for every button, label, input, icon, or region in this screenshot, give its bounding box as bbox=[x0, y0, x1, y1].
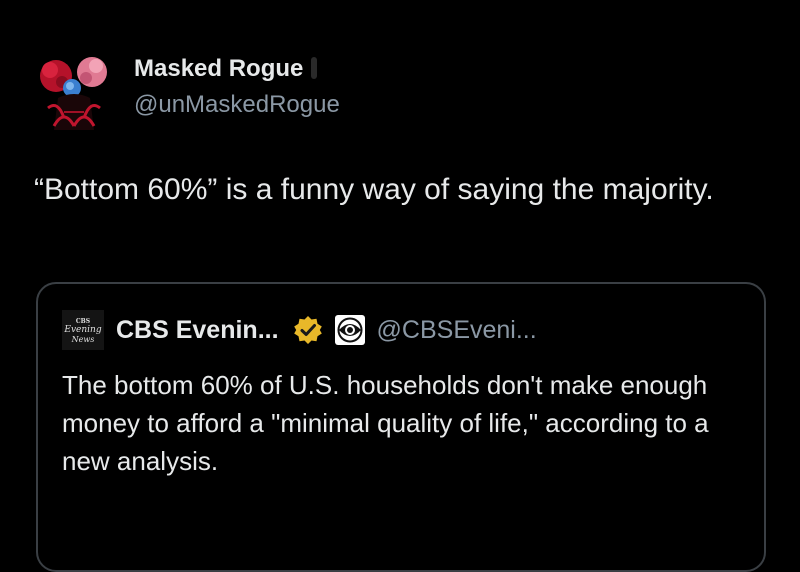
quoted-tweet-header: CBS Evening News CBS Evenin... @CBSEveni… bbox=[62, 310, 537, 350]
logo-line-3: News bbox=[71, 334, 95, 344]
quoted-tweet-text: The bottom 60% of U.S. households don't … bbox=[62, 370, 709, 476]
tweet-author: Masked Rogue @unMaskedRogue bbox=[134, 54, 340, 120]
cbs-eye-icon bbox=[334, 315, 365, 345]
tweet-text: “Bottom 60%” is a funny way of saying th… bbox=[34, 173, 714, 206]
gold-verified-badge-icon bbox=[293, 316, 322, 344]
quoted-display-name[interactable]: CBS Evenin... bbox=[116, 316, 279, 345]
cbs-evening-news-logo[interactable]: CBS Evening News bbox=[62, 310, 104, 350]
quoted-tweet-card[interactable]: CBS Evening News CBS Evenin... @CBSEveni… bbox=[36, 282, 766, 572]
quoted-handle[interactable]: @CBSEveni... bbox=[377, 316, 537, 345]
author-display-name[interactable]: Masked Rogue bbox=[134, 54, 303, 84]
tweet: Masked Rogue @unMaskedRogue “Bottom 60%”… bbox=[0, 0, 800, 572]
masked-figure-avatar-icon bbox=[40, 57, 107, 130]
author-avatar[interactable] bbox=[34, 52, 114, 132]
badge-icon bbox=[311, 57, 318, 79]
author-handle[interactable]: @unMaskedRogue bbox=[134, 90, 340, 120]
logo-line-2: Evening bbox=[64, 324, 102, 335]
